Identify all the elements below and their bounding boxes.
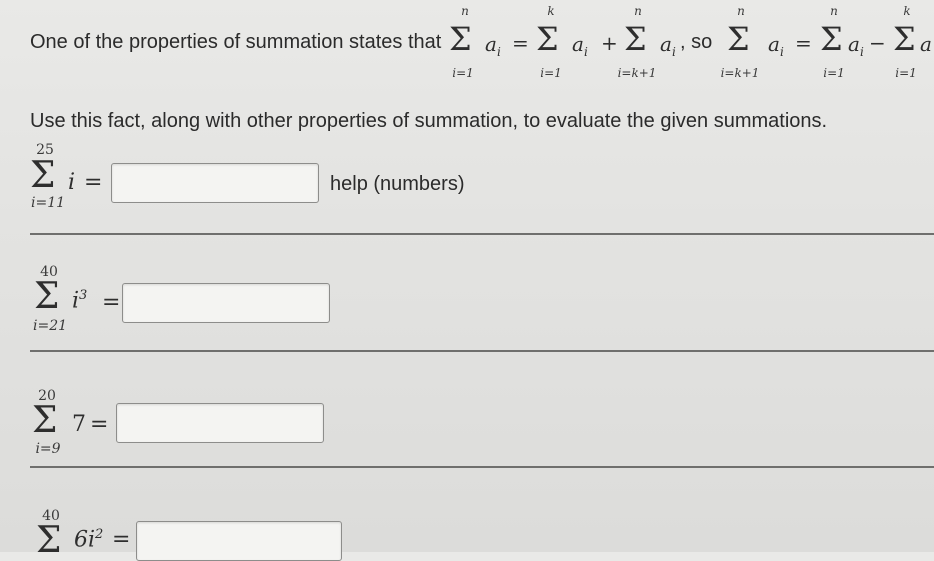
divider xyxy=(30,350,934,352)
upper-limit-k: k xyxy=(903,4,911,18)
sigma-symbol: Σ xyxy=(624,20,647,58)
answer-input-4[interactable] xyxy=(136,521,342,561)
divider xyxy=(30,233,934,235)
instruction-text: Use this fact, along with other properti… xyxy=(30,110,828,132)
sigma-symbol: Σ xyxy=(34,276,60,317)
lower-limit-i1: i=1 xyxy=(823,66,845,80)
lower-limit: i=21 xyxy=(32,318,68,334)
lower-limit: i=9 xyxy=(35,441,61,457)
minus-sign: − xyxy=(869,31,886,55)
summand: i3 xyxy=(72,288,88,314)
summand: i xyxy=(68,170,76,195)
upper-limit-n: n xyxy=(737,4,745,18)
equals-sign: = xyxy=(795,31,812,55)
summand: 7 xyxy=(72,412,86,437)
equals-sign: = xyxy=(84,170,103,195)
sigma-symbol: Σ xyxy=(449,20,472,58)
answer-input-1[interactable] xyxy=(111,163,319,203)
upper-limit-n: n xyxy=(461,4,469,18)
lower-limit-i1: i=1 xyxy=(895,66,917,80)
term-a: ai xyxy=(660,32,676,59)
sigma-symbol: Σ xyxy=(893,20,916,58)
term-a: ai xyxy=(768,32,784,59)
answer-input-2[interactable] xyxy=(122,283,330,323)
help-numbers-link[interactable]: help (numbers) xyxy=(330,173,465,196)
term-a: ai xyxy=(848,32,864,59)
equals-sign: = xyxy=(102,290,121,315)
sigma-symbol: Σ xyxy=(727,20,750,58)
sigma-symbol: Σ xyxy=(32,400,58,441)
lower-limit-ik1: i=k+1 xyxy=(720,66,760,80)
term-a: ai xyxy=(572,32,588,59)
term-a: ai xyxy=(485,32,501,59)
sigma-symbol: Σ xyxy=(30,155,56,196)
lower-limit-i1: i=1 xyxy=(452,66,474,80)
upper-limit-n: n xyxy=(634,4,642,18)
upper-limit-k: k xyxy=(547,4,555,18)
lower-limit-ik1: i=k+1 xyxy=(617,66,657,80)
sigma-symbol: Σ xyxy=(36,520,62,561)
summand: 6i2 xyxy=(74,527,104,553)
upper-limit-n: n xyxy=(830,4,838,18)
answer-input-3[interactable] xyxy=(116,403,324,443)
plus-sign: + xyxy=(601,31,618,55)
so-text: , so xyxy=(680,31,713,53)
sigma-symbol: Σ xyxy=(820,20,843,58)
equals-sign: = xyxy=(112,527,131,552)
sigma-symbol: Σ xyxy=(536,20,559,58)
divider xyxy=(30,466,934,468)
lower-limit-i1: i=1 xyxy=(540,66,562,80)
lower-limit: i=11 xyxy=(30,195,66,211)
term-a: a xyxy=(920,32,932,56)
equals-sign: = xyxy=(90,412,109,437)
equals-sign: = xyxy=(512,31,529,55)
intro-text: One of the properties of summation state… xyxy=(30,31,442,53)
